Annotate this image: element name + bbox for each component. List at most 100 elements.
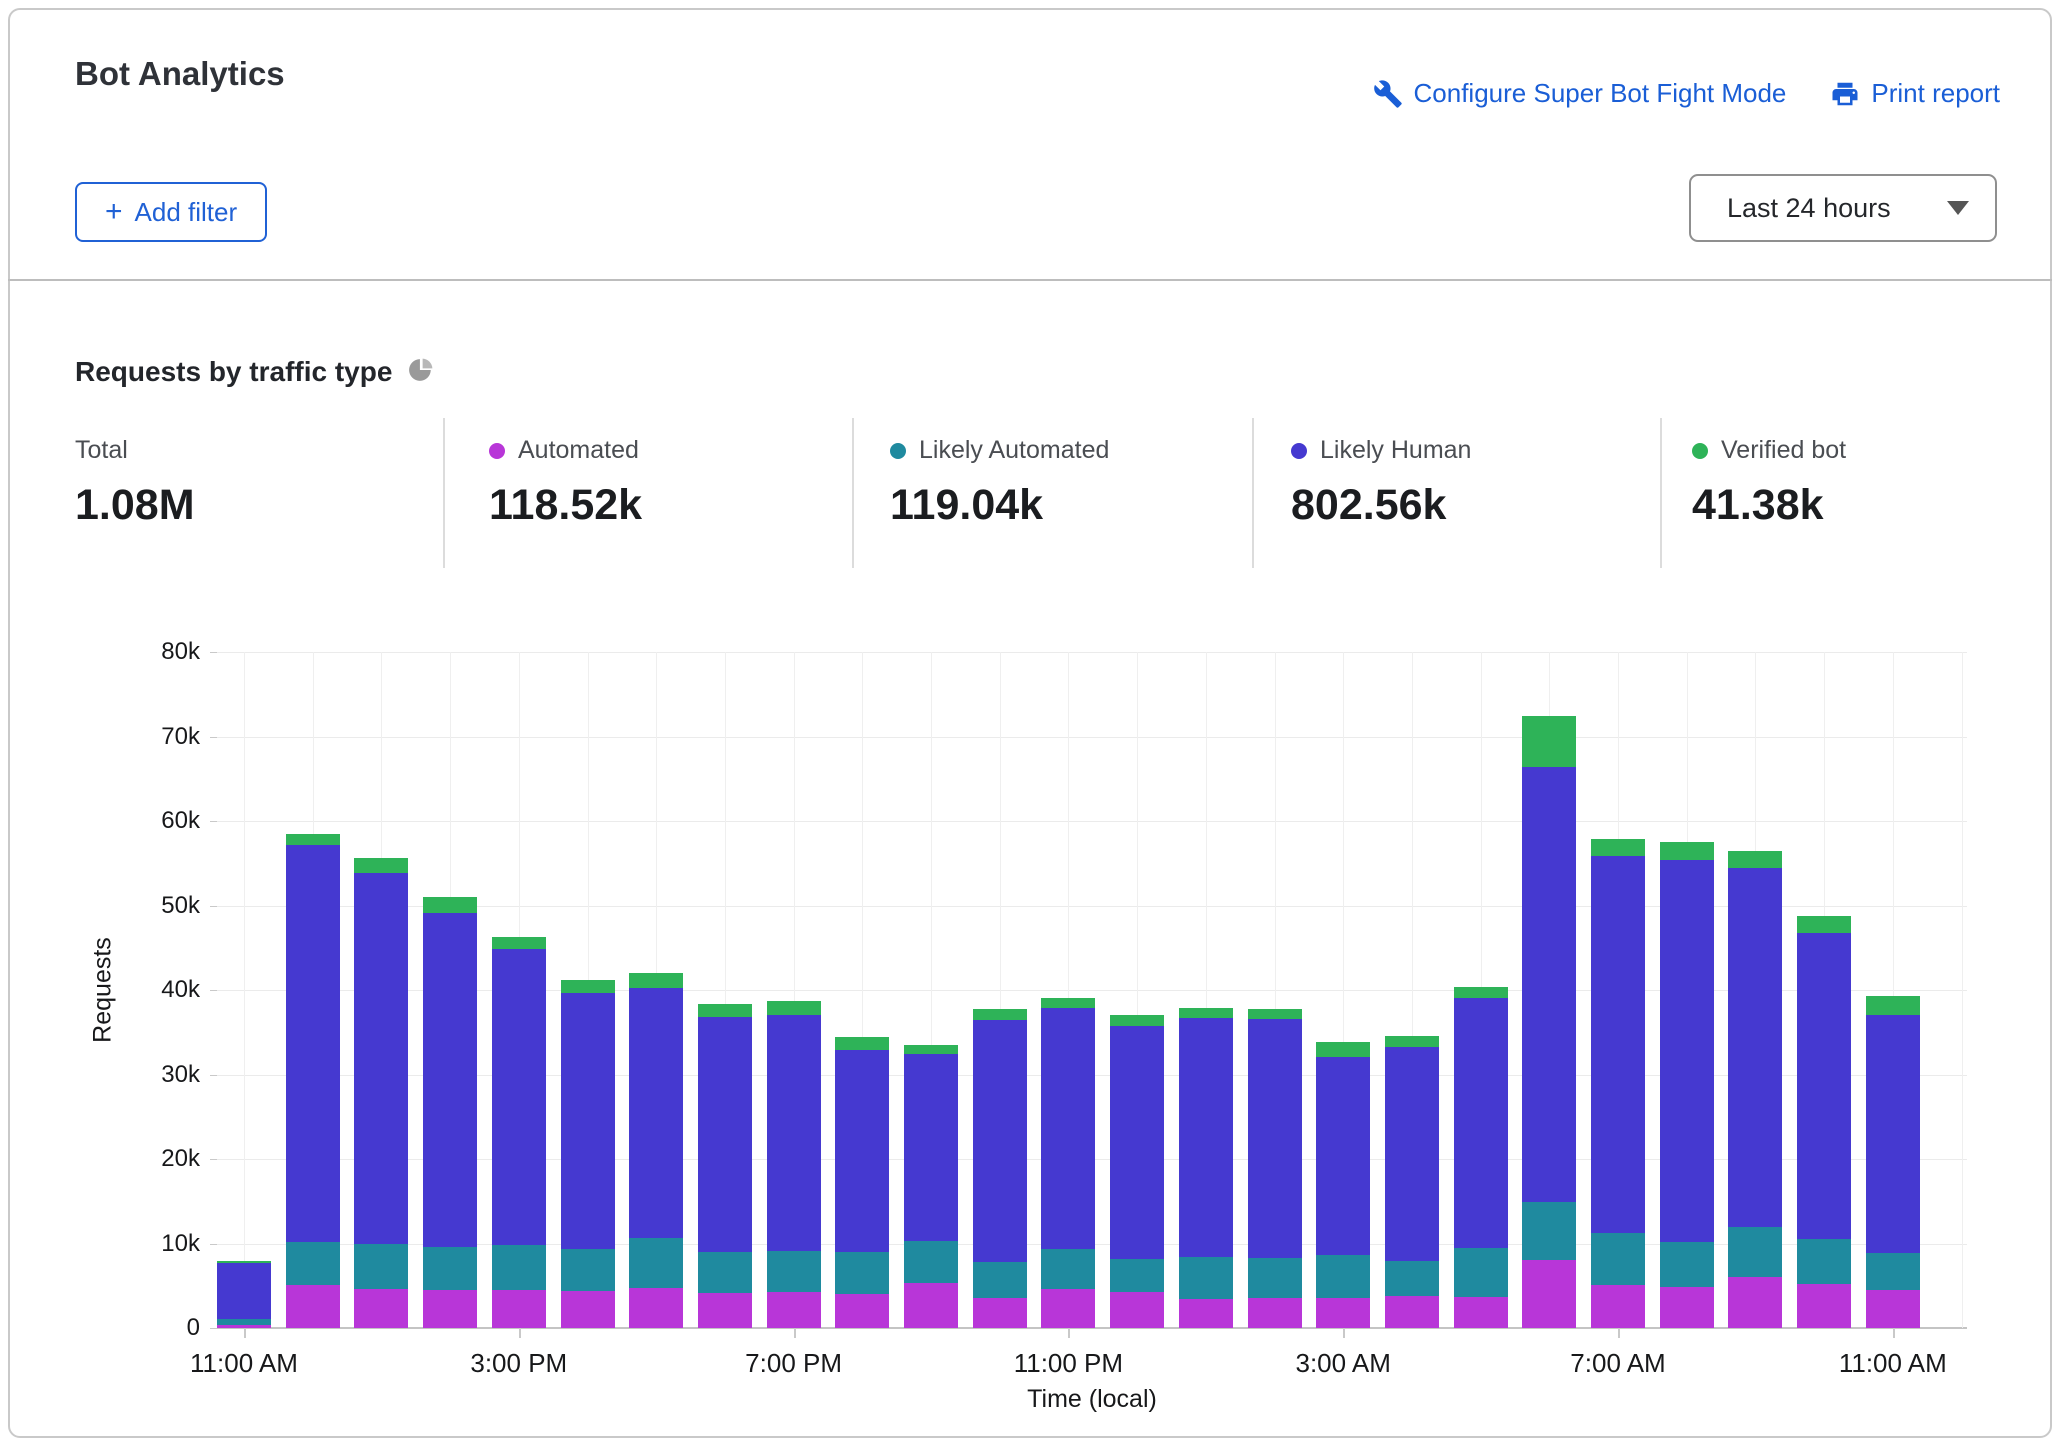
bar-5-00-pm[interactable] xyxy=(629,973,683,1328)
bar-segment-likely-human[interactable] xyxy=(1110,1026,1164,1259)
bar-segment-likely-human[interactable] xyxy=(1866,1015,1920,1252)
bar-1-00-pm[interactable] xyxy=(354,858,408,1328)
bar-segment-likely-automated[interactable] xyxy=(1385,1261,1439,1296)
bar-9-00-am[interactable] xyxy=(1728,851,1782,1328)
bar-segment-likely-automated[interactable] xyxy=(1660,1242,1714,1287)
bar-segment-verified-bot[interactable] xyxy=(1041,998,1095,1008)
bar-segment-likely-automated[interactable] xyxy=(423,1247,477,1290)
bar-segment-likely-human[interactable] xyxy=(1248,1019,1302,1258)
bar-10-00-pm[interactable] xyxy=(973,1009,1027,1328)
bar-segment-verified-bot[interactable] xyxy=(973,1009,1027,1020)
bar-segment-verified-bot[interactable] xyxy=(698,1004,752,1018)
bar-4-00-am[interactable] xyxy=(1385,1036,1439,1328)
bar-11-00-pm[interactable] xyxy=(1041,998,1095,1328)
bar-segment-automated[interactable] xyxy=(1728,1277,1782,1328)
bar-segment-likely-human[interactable] xyxy=(1660,860,1714,1242)
bar-segment-verified-bot[interactable] xyxy=(629,973,683,988)
bar-segment-likely-human[interactable] xyxy=(835,1050,889,1252)
bar-segment-likely-human[interactable] xyxy=(1179,1018,1233,1257)
bar-segment-automated[interactable] xyxy=(354,1289,408,1328)
bar-segment-likely-automated[interactable] xyxy=(1591,1233,1645,1285)
bar-segment-likely-human[interactable] xyxy=(217,1263,271,1319)
bar-segment-likely-human[interactable] xyxy=(973,1020,1027,1262)
bar-8-00-am[interactable] xyxy=(1660,842,1714,1328)
bar-segment-likely-automated[interactable] xyxy=(286,1242,340,1285)
bar-segment-likely-automated[interactable] xyxy=(1041,1249,1095,1290)
bar-segment-verified-bot[interactable] xyxy=(1110,1015,1164,1026)
bar-segment-likely-human[interactable] xyxy=(767,1015,821,1252)
bar-segment-likely-automated[interactable] xyxy=(1110,1259,1164,1292)
bar-segment-likely-automated[interactable] xyxy=(492,1245,546,1290)
bar-segment-likely-human[interactable] xyxy=(1797,933,1851,1240)
bar-segment-likely-automated[interactable] xyxy=(1866,1253,1920,1290)
print-report-link[interactable]: Print report xyxy=(1830,78,2000,109)
bar-segment-likely-automated[interactable] xyxy=(1728,1227,1782,1278)
bar-segment-automated[interactable] xyxy=(1660,1287,1714,1328)
bar-segment-likely-automated[interactable] xyxy=(1179,1257,1233,1299)
bar-10-00-am[interactable] xyxy=(1797,916,1851,1328)
bar-segment-likely-human[interactable] xyxy=(1591,856,1645,1234)
bar-segment-automated[interactable] xyxy=(1797,1284,1851,1328)
bar-segment-likely-automated[interactable] xyxy=(629,1238,683,1289)
bar-segment-likely-human[interactable] xyxy=(1728,868,1782,1227)
bar-segment-automated[interactable] xyxy=(904,1283,958,1328)
bar-segment-automated[interactable] xyxy=(561,1291,615,1328)
bar-segment-likely-human[interactable] xyxy=(1522,767,1576,1202)
bar-segment-verified-bot[interactable] xyxy=(1454,987,1508,999)
bar-segment-automated[interactable] xyxy=(973,1298,1027,1328)
bar-segment-verified-bot[interactable] xyxy=(561,980,615,994)
bar-segment-automated[interactable] xyxy=(1316,1298,1370,1328)
bar-segment-automated[interactable] xyxy=(629,1288,683,1328)
bar-segment-likely-human[interactable] xyxy=(1454,998,1508,1247)
bar-segment-likely-human[interactable] xyxy=(1385,1047,1439,1261)
bar-9-00-pm[interactable] xyxy=(904,1045,958,1328)
bar-segment-automated[interactable] xyxy=(1522,1260,1576,1328)
bar-segment-verified-bot[interactable] xyxy=(286,834,340,845)
bar-segment-automated[interactable] xyxy=(423,1290,477,1328)
bar-4-00-pm[interactable] xyxy=(561,980,615,1328)
bar-segment-likely-automated[interactable] xyxy=(1522,1202,1576,1259)
bar-segment-automated[interactable] xyxy=(767,1292,821,1328)
bar-segment-likely-automated[interactable] xyxy=(767,1251,821,1292)
bar-12-00-am[interactable] xyxy=(1110,1015,1164,1328)
bar-segment-likely-human[interactable] xyxy=(561,993,615,1248)
bar-3-00-am[interactable] xyxy=(1316,1042,1370,1328)
bar-segment-likely-human[interactable] xyxy=(286,845,340,1242)
bar-8-00-pm[interactable] xyxy=(835,1037,889,1328)
bar-segment-verified-bot[interactable] xyxy=(423,897,477,913)
bar-3-00-pm[interactable] xyxy=(492,937,546,1328)
bar-segment-automated[interactable] xyxy=(1866,1290,1920,1328)
bar-segment-likely-automated[interactable] xyxy=(354,1244,408,1289)
bar-segment-verified-bot[interactable] xyxy=(835,1037,889,1050)
bar-11-00-am[interactable] xyxy=(217,1261,271,1328)
bar-segment-automated[interactable] xyxy=(492,1290,546,1328)
bar-segment-verified-bot[interactable] xyxy=(1797,916,1851,933)
bar-segment-likely-human[interactable] xyxy=(1316,1057,1370,1256)
bar-segment-likely-human[interactable] xyxy=(423,913,477,1247)
bar-segment-automated[interactable] xyxy=(1110,1292,1164,1328)
bar-segment-verified-bot[interactable] xyxy=(1179,1008,1233,1018)
bar-segment-likely-automated[interactable] xyxy=(973,1262,1027,1298)
bar-segment-likely-automated[interactable] xyxy=(698,1252,752,1293)
bar-segment-likely-automated[interactable] xyxy=(561,1249,615,1291)
bar-segment-likely-automated[interactable] xyxy=(904,1241,958,1283)
bar-segment-automated[interactable] xyxy=(698,1293,752,1328)
add-filter-button[interactable]: + Add filter xyxy=(75,182,267,242)
bar-segment-likely-automated[interactable] xyxy=(1316,1255,1370,1297)
bar-segment-automated[interactable] xyxy=(286,1285,340,1328)
bar-segment-likely-automated[interactable] xyxy=(1454,1248,1508,1297)
bar-segment-automated[interactable] xyxy=(1248,1298,1302,1328)
time-range-select[interactable]: Last 24 hours xyxy=(1689,174,1997,242)
bar-segment-automated[interactable] xyxy=(1591,1285,1645,1328)
bar-segment-automated[interactable] xyxy=(1385,1296,1439,1328)
bar-segment-automated[interactable] xyxy=(1179,1299,1233,1328)
bar-6-00-am[interactable] xyxy=(1522,716,1576,1328)
bar-segment-likely-human[interactable] xyxy=(354,873,408,1245)
bar-segment-verified-bot[interactable] xyxy=(767,1001,821,1015)
configure-super-bot-fight-mode-link[interactable]: Configure Super Bot Fight Mode xyxy=(1373,78,1787,109)
bar-segment-verified-bot[interactable] xyxy=(354,858,408,872)
bar-segment-automated[interactable] xyxy=(1041,1289,1095,1328)
bar-6-00-pm[interactable] xyxy=(698,1004,752,1328)
bar-segment-likely-automated[interactable] xyxy=(1797,1239,1851,1284)
bar-segment-likely-automated[interactable] xyxy=(1248,1258,1302,1298)
